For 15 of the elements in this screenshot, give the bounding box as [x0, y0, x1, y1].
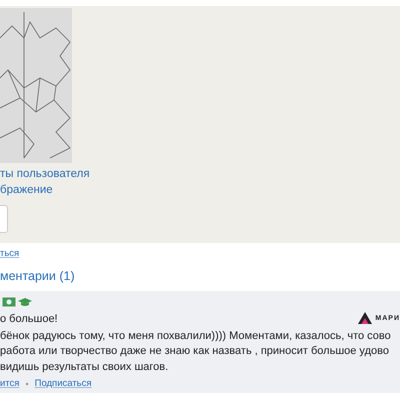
comment-text: бёнок радуюсь тому, что меня похвалили)))) Моментами, казалось, что сово: [0, 328, 391, 344]
comment-action-link[interactable]: ится: [0, 378, 20, 389]
money-icon: [2, 297, 16, 307]
comment-text: видишь результаты своих шагов.: [0, 360, 170, 374]
panel-link[interactable]: бражение: [0, 182, 53, 198]
comment-text: работа или творчество даже не знаю как назвать , приносит большое удово: [0, 344, 390, 359]
comments-heading[interactable]: ментарии (1): [0, 269, 400, 283]
separator-dot: •: [25, 378, 29, 388]
action-link[interactable]: ться: [0, 248, 20, 259]
input-field[interactable]: [0, 205, 8, 233]
comment-title: о большое!: [0, 312, 58, 327]
triangle-logo-icon: [358, 312, 372, 324]
comment-action-link[interactable]: Подписаться: [34, 378, 92, 389]
graduation-cap-icon: [18, 297, 32, 307]
panel-link[interactable]: ты пользователя: [0, 166, 90, 182]
